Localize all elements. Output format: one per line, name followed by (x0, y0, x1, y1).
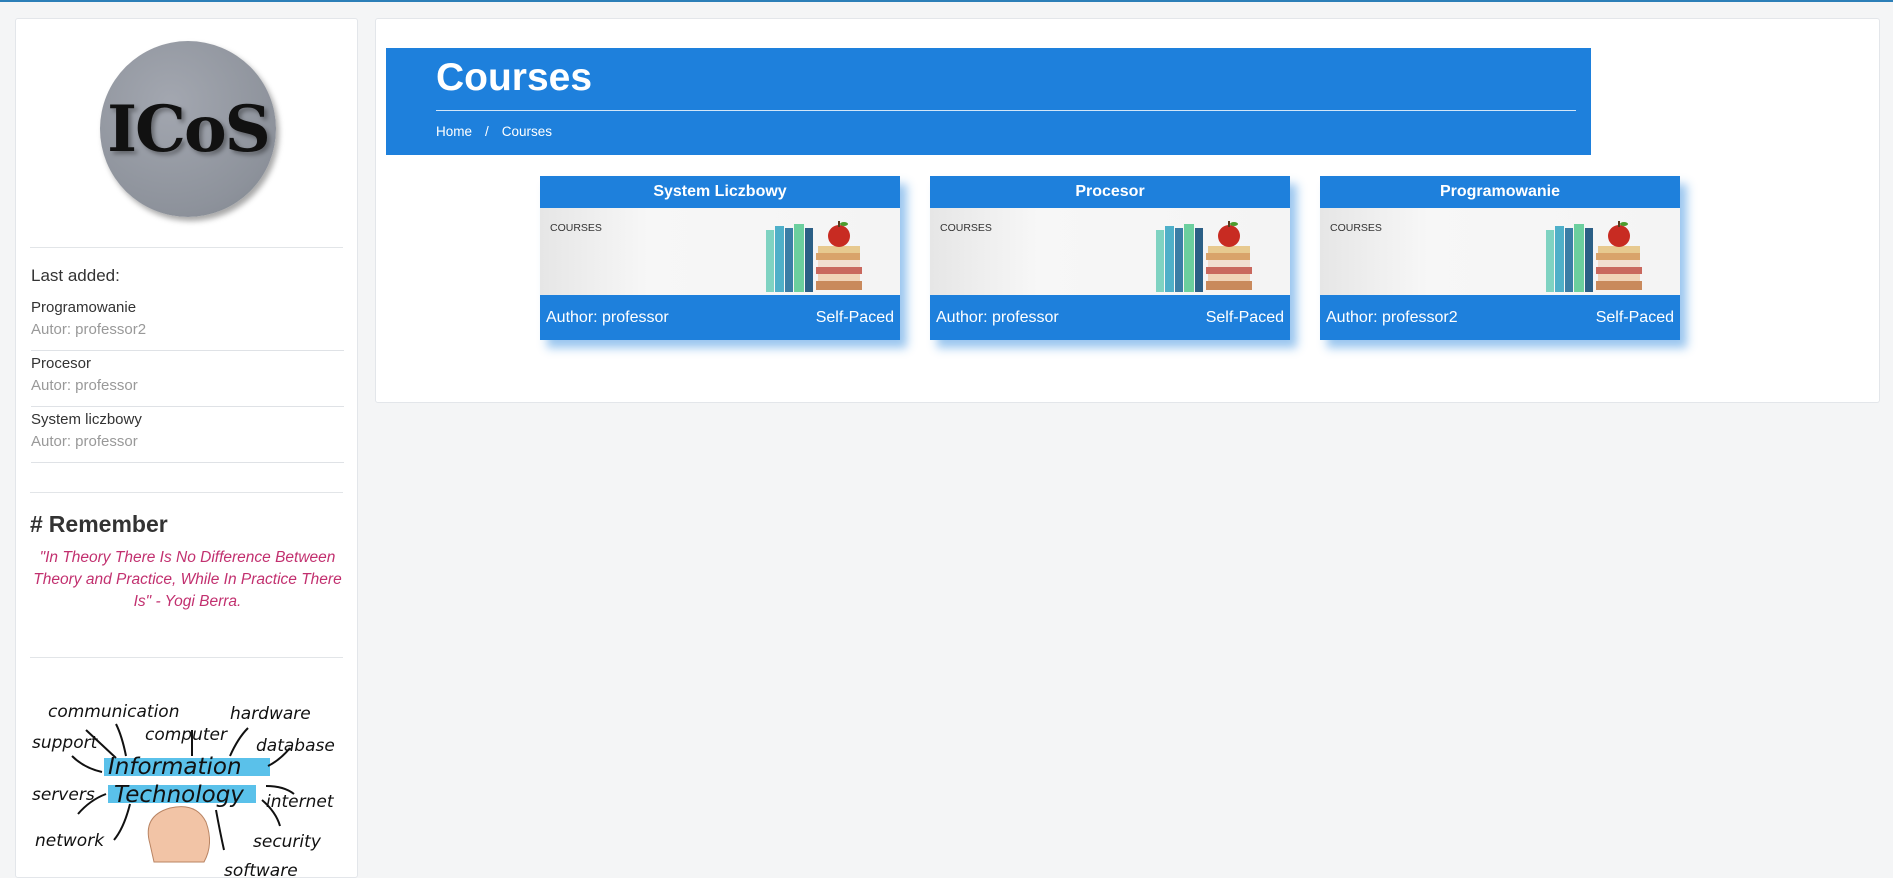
breadcrumb: Home / Courses (436, 124, 552, 139)
course-image-label: COURSES (940, 222, 992, 234)
it-word: Information (108, 754, 242, 780)
logo-circle: ICoS (100, 41, 276, 217)
course-name: Procesor (31, 355, 92, 372)
last-added-heading: Last added: (31, 266, 120, 285)
course-author: Autor: professor (31, 433, 138, 450)
course-card-title[interactable]: Procesor (930, 176, 1290, 208)
it-word: software (224, 861, 298, 878)
it-word: support (32, 733, 99, 753)
course-card[interactable]: Procesor COURSES Author: professor Self-… (930, 176, 1290, 340)
course-pace-badge: Self-Paced (815, 308, 894, 326)
it-word: hardware (230, 704, 311, 724)
last-added-list: Programowanie Autor: professor2 Procesor… (31, 295, 344, 463)
course-card[interactable]: System Liczbowy COURSES Author: professo… (540, 176, 900, 340)
course-card-title[interactable]: Programowanie (1320, 176, 1680, 208)
course-name: System liczbowy (31, 411, 142, 428)
course-author: Author: professor (936, 308, 1059, 326)
banner-divider (436, 110, 1576, 111)
it-word: Technology (114, 782, 244, 808)
course-card-title[interactable]: System Liczbowy (540, 176, 900, 208)
remember-heading: # Remember (30, 511, 168, 538)
course-author: Autor: professor (31, 377, 138, 394)
divider (30, 492, 343, 493)
list-item[interactable]: Programowanie Autor: professor2 (31, 295, 344, 351)
it-word: servers (32, 785, 95, 805)
course-author: Author: professor (546, 308, 669, 326)
page-header-banner: Courses Home / Courses (386, 48, 1591, 155)
course-pace-badge: Self-Paced (1205, 308, 1284, 326)
course-pace-badge: Self-Paced (1595, 308, 1674, 326)
breadcrumb-current: Courses (501, 124, 553, 139)
it-word: internet (266, 792, 335, 812)
books-apple-icon (766, 221, 862, 292)
course-card-image[interactable]: COURSES (540, 208, 900, 295)
information-technology-image: communication hardware support computer … (32, 702, 335, 878)
course-card-footer: Author: professor2 Self-Paced (1320, 295, 1680, 340)
it-word: computer (145, 725, 228, 745)
site-logo[interactable]: ICoS (100, 41, 276, 217)
quote-text: "In Theory There Is No Difference Betwee… (33, 549, 342, 610)
list-item[interactable]: System liczbowy Autor: professor (31, 407, 344, 463)
it-word: database (256, 736, 335, 756)
page-title: Courses (436, 56, 593, 99)
logo-text: ICoS (107, 91, 271, 167)
it-word: security (253, 832, 322, 852)
course-card-footer: Author: professor Self-Paced (930, 295, 1290, 340)
course-image-label: COURSES (1330, 222, 1382, 234)
remember-title-text: Remember (48, 511, 168, 537)
course-name: Programowanie (31, 299, 137, 316)
course-card-image[interactable]: COURSES (930, 208, 1290, 295)
course-card-footer: Author: professor Self-Paced (540, 295, 900, 340)
hash-icon: # (30, 511, 43, 537)
books-apple-icon (1546, 221, 1642, 292)
course-card-image[interactable]: COURSES (1320, 208, 1680, 295)
divider (30, 247, 343, 248)
it-word: network (35, 831, 105, 851)
course-card[interactable]: Programowanie COURSES Author: professor2… (1320, 176, 1680, 340)
course-image-label: COURSES (550, 222, 602, 234)
breadcrumb-separator: / (485, 124, 489, 139)
divider (30, 657, 343, 658)
sidebar: ICoS Last added: Programowanie Autor: pr… (15, 18, 358, 878)
books-apple-icon (1156, 221, 1252, 292)
course-author: Autor: professor2 (31, 321, 147, 338)
breadcrumb-home-link[interactable]: Home (436, 124, 472, 139)
course-author: Author: professor2 (1326, 308, 1458, 326)
it-word: communication (48, 702, 179, 722)
list-item[interactable]: Procesor Autor: professor (31, 351, 344, 407)
